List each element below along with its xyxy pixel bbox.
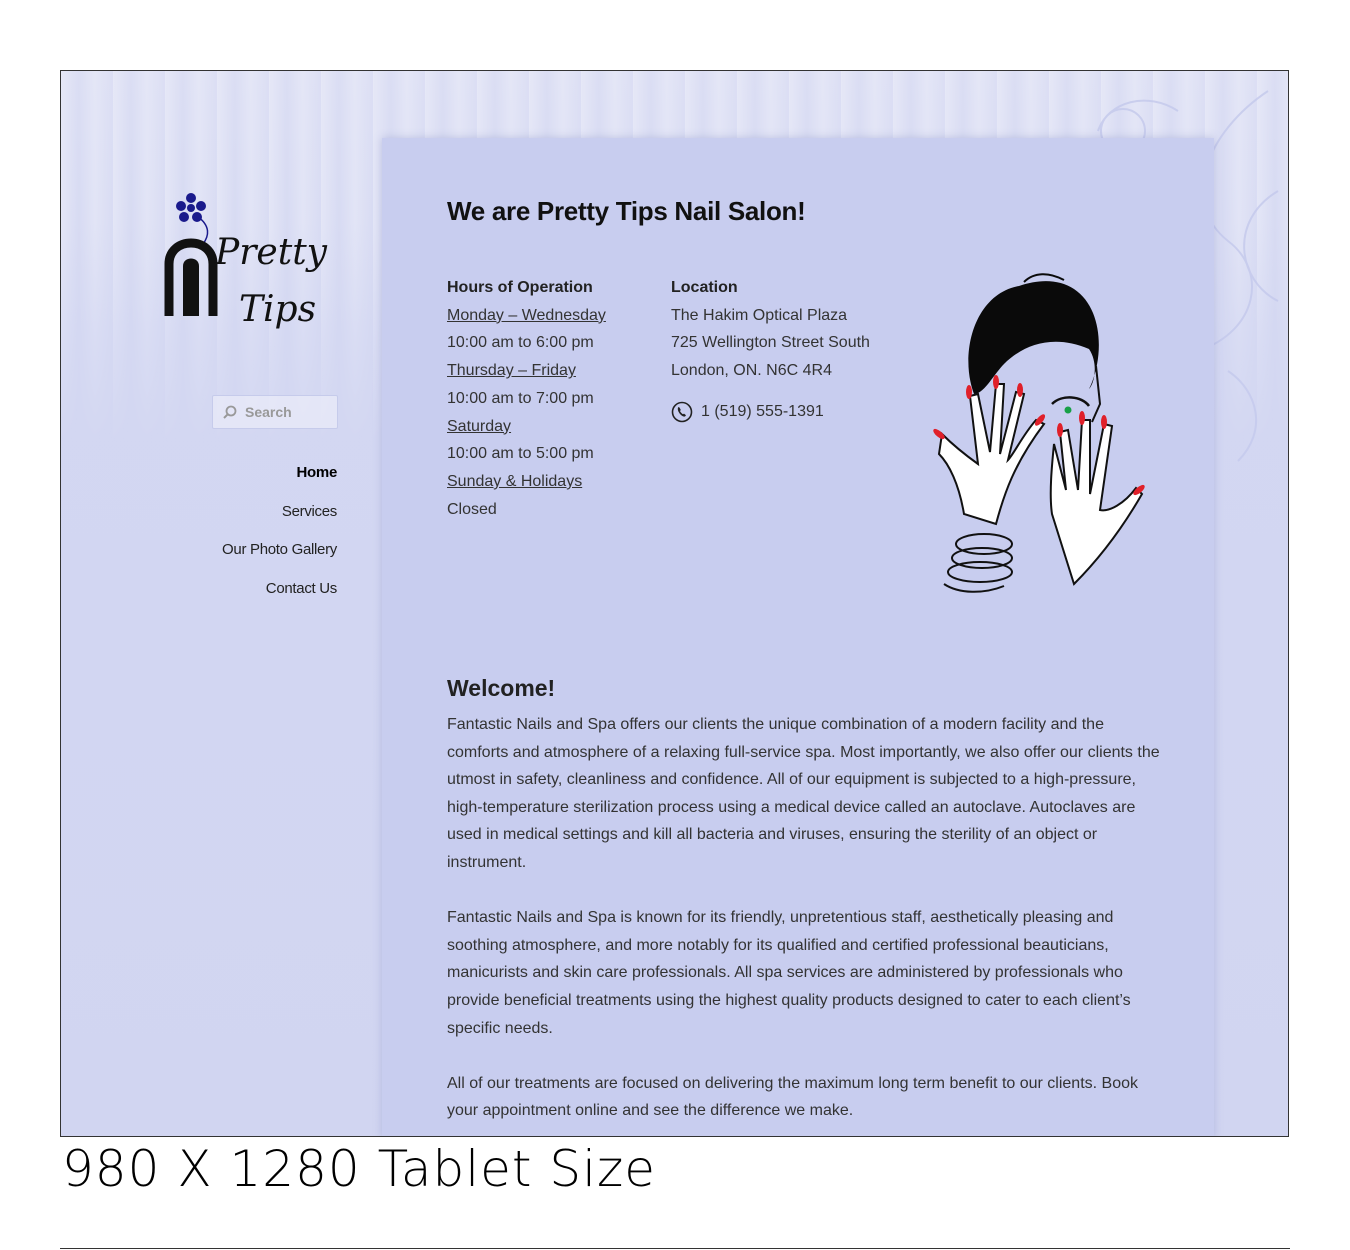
search-box[interactable] xyxy=(212,395,338,429)
pretty-tips-logo[interactable]: Pretty Tips xyxy=(161,186,331,346)
content-panel: We are Pretty Tips Nail Salon! Hours of … xyxy=(382,138,1214,1136)
location-section: Location The Hakim Optical Plaza 725 Wel… xyxy=(671,274,870,426)
search-icon xyxy=(223,405,237,419)
hours-days-mon-wed[interactable]: Monday – Wednesday xyxy=(447,307,606,324)
logo-text-tips: Tips xyxy=(239,289,316,330)
welcome-body: Fantastic Nails and Spa offers our clien… xyxy=(447,711,1162,1136)
welcome-paragraph-2: Fantastic Nails and Spa is known for its… xyxy=(447,909,1131,1037)
hours-days-saturday[interactable]: Saturday xyxy=(447,418,511,435)
location-line-1: The Hakim Optical Plaza xyxy=(671,306,848,324)
phone-number[interactable]: 1 (519) 555-1391 xyxy=(701,398,824,426)
phone-row[interactable]: 1 (519) 555-1391 xyxy=(671,398,870,426)
hours-time-sunday: Closed xyxy=(447,500,497,518)
bottom-divider xyxy=(60,1248,1290,1249)
flower-icon xyxy=(176,193,209,245)
location-line-3: London, ON. N6C 4R4 xyxy=(671,361,832,379)
page-title: We are Pretty Tips Nail Salon! xyxy=(447,196,806,226)
manicure-illustration xyxy=(933,273,1145,593)
nav-item-contact-us[interactable]: Contact Us xyxy=(222,577,338,616)
search-input[interactable] xyxy=(243,403,337,421)
nav-item-home[interactable]: Home xyxy=(222,461,338,500)
location-heading: Location xyxy=(671,279,738,296)
hours-days-sunday[interactable]: Sunday & Holidays xyxy=(447,473,582,490)
size-caption: 980 X 1280 Tablet Size xyxy=(62,1140,657,1198)
hours-time-saturday: 10:00 am to 5:00 pm xyxy=(447,445,594,463)
hours-section: Hours of Operation Monday – Wednesday 10… xyxy=(447,274,606,523)
welcome-paragraph-1: Fantastic Nails and Spa offers our clien… xyxy=(447,716,1160,871)
browser-frame: Pretty Tips Home Services Our Photo Gall… xyxy=(60,70,1289,1137)
welcome-heading: Welcome! xyxy=(447,675,556,701)
logo-text-pretty: Pretty xyxy=(214,232,328,273)
nav-item-services[interactable]: Services xyxy=(222,500,337,539)
phone-icon xyxy=(671,401,693,423)
hours-time-thu-fri: 10:00 am to 7:00 pm xyxy=(447,389,594,407)
main-nav: Home Services Our Photo Gallery Contact … xyxy=(222,461,337,615)
hours-time-mon-wed: 10:00 am to 6:00 pm xyxy=(447,334,594,352)
location-line-2: 725 Wellington Street South xyxy=(671,334,870,351)
nail-icon xyxy=(164,238,218,316)
nav-item-photo-gallery[interactable]: Our Photo Gallery xyxy=(222,538,337,577)
hours-heading: Hours of Operation xyxy=(447,279,593,296)
hours-days-thu-fri[interactable]: Thursday – Friday xyxy=(447,362,576,379)
welcome-paragraph-3: All of our treatments are focused on del… xyxy=(447,1074,1139,1120)
